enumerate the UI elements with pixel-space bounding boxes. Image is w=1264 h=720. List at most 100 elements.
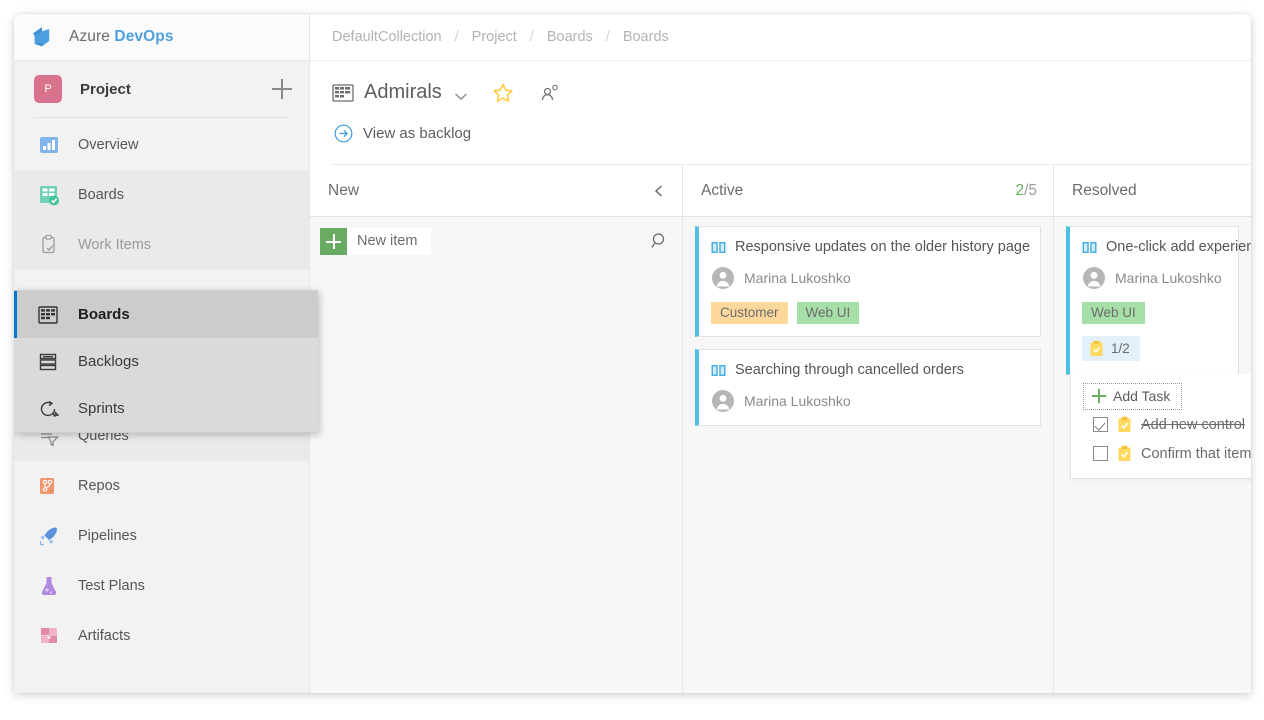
board-header: Admirals (310, 61, 1251, 165)
column-title: New (328, 182, 652, 200)
breadcrumb-item-project[interactable]: Project (472, 29, 517, 45)
plus-icon (1092, 389, 1106, 403)
task-checkbox[interactable] (1093, 446, 1108, 461)
test-plans-icon (36, 573, 62, 599)
sidebar-item-artifacts[interactable]: Artifacts (14, 611, 309, 661)
board-name[interactable]: Admirals (364, 81, 442, 104)
boards-flyout-menu: Boards Backlogs (14, 290, 318, 433)
plus-icon (320, 228, 347, 255)
chevron-down-icon[interactable] (454, 88, 468, 97)
checklist-badge[interactable]: 1/2 (1082, 336, 1140, 361)
clipboard-icon (1089, 340, 1104, 357)
card-title-row: One-click add experience (1082, 238, 1225, 256)
brand-header[interactable]: Azure DevOps (14, 14, 309, 61)
main-content: DefaultCollection / Project / Boards / B… (310, 14, 1251, 693)
left-sidebar: Azure DevOps P Project Overview (14, 14, 310, 693)
sidebar-item-repos[interactable]: Repos (14, 461, 309, 511)
backlogs-icon (36, 350, 60, 374)
task-text: Confirm that item (1141, 446, 1251, 462)
flyout-item-backlogs[interactable]: Backlogs (14, 338, 318, 385)
project-row[interactable]: P Project (14, 61, 309, 117)
column-header-new: New (310, 165, 682, 217)
card-title-row: Searching through cancelled orders (711, 361, 1027, 379)
avatar-icon (711, 266, 735, 290)
board-column-new: New New item (310, 165, 682, 693)
add-project-plus-icon[interactable] (269, 76, 295, 102)
task-row[interactable]: Add new control (1071, 410, 1251, 439)
star-icon[interactable] (492, 82, 514, 104)
card-title: One-click add experience (1106, 238, 1251, 256)
view-as-backlog-link[interactable]: View as backlog (334, 124, 1251, 143)
card-title-row: Responsive updates on the older history … (711, 238, 1027, 256)
flyout-item-label: Boards (78, 306, 130, 323)
pipelines-icon (36, 523, 62, 549)
breadcrumb-item-collection[interactable]: DefaultCollection (332, 29, 442, 45)
card-title: Searching through cancelled orders (735, 361, 964, 379)
repos-icon (36, 473, 62, 499)
tag-web-ui[interactable]: Web UI (1082, 302, 1145, 324)
overview-icon (36, 132, 62, 158)
people-icon[interactable] (540, 83, 560, 103)
task-panel: Add Task (1070, 374, 1251, 479)
avatar-icon (711, 389, 735, 413)
card-title: Responsive updates on the older history … (735, 238, 1030, 256)
sidebar-item-label: Work Items (78, 237, 151, 253)
search-icon[interactable] (650, 231, 670, 251)
assignee-name: Marina Lukoshko (744, 270, 851, 286)
sidebar-item-label: Repos (78, 478, 120, 494)
breadcrumb-separator: / (606, 29, 610, 45)
board-grid-icon (332, 83, 354, 103)
column-header-resolved: Resolved (1054, 165, 1251, 217)
work-items-icon (36, 232, 62, 258)
task-text: Add new control (1141, 417, 1245, 433)
task-row[interactable]: Confirm that item (1071, 439, 1251, 468)
brand-suffix: DevOps (114, 28, 173, 45)
brand-label: Azure DevOps (69, 28, 174, 46)
tag-web-ui[interactable]: Web UI (797, 302, 860, 324)
flyout-item-label: Backlogs (78, 353, 139, 370)
sidebar-item-pipelines[interactable]: Pipelines (14, 511, 309, 561)
board-card[interactable]: Searching through cancelled orders Mari (695, 349, 1041, 426)
sidebar-item-label: Overview (78, 137, 138, 153)
card-assignee: Marina Lukoshko (711, 389, 1027, 413)
sidebar-item-work-items[interactable]: Work Items (14, 220, 309, 270)
sidebar-item-test-plans[interactable]: Test Plans (14, 561, 309, 611)
wip-limit-indicator: 2/5 (1015, 182, 1037, 200)
sidebar-item-boards[interactable]: Boards (14, 170, 309, 220)
task-checkbox[interactable] (1093, 417, 1108, 432)
flyout-item-boards[interactable]: Boards (14, 291, 318, 338)
board-column-active: Active 2/5 (682, 165, 1053, 693)
flyout-item-label: Sprints (78, 400, 125, 417)
column-title: Resolved (1072, 182, 1235, 200)
sidebar-item-label: Artifacts (78, 628, 130, 644)
card-tags: Web UI (1082, 302, 1225, 324)
boards-grid-icon (36, 303, 60, 327)
add-task-button[interactable]: Add Task (1083, 383, 1182, 410)
board-card[interactable]: Responsive updates on the older history … (695, 226, 1041, 337)
avatar-icon (1082, 266, 1106, 290)
azure-devops-window: Azure DevOps P Project Overview (14, 14, 1251, 693)
board-card[interactable]: One-click add experience Marina Lukoshk (1066, 226, 1239, 375)
user-story-icon (711, 241, 726, 254)
azure-devops-logo-icon (27, 23, 55, 51)
arrow-right-circle-icon (334, 124, 353, 143)
project-name: Project (80, 81, 269, 98)
card-tags: Customer Web UI (711, 302, 1027, 324)
board-columns: New New item (310, 165, 1251, 693)
sidebar-item-overview[interactable]: Overview (14, 120, 309, 170)
tag-customer[interactable]: Customer (711, 302, 788, 324)
flyout-item-sprints[interactable]: Sprints (14, 385, 318, 432)
column-header-active: Active 2/5 (683, 165, 1053, 217)
new-item-button[interactable]: New item (320, 228, 431, 255)
chevron-left-icon[interactable] (652, 184, 666, 198)
wip-current: 2 (1015, 182, 1024, 199)
breadcrumb-item-boards-hub[interactable]: Boards (547, 29, 593, 45)
card-assignee: Marina Lukoshko (711, 266, 1027, 290)
column-body-new: New item (310, 217, 682, 693)
sidebar-item-label: Pipelines (78, 528, 137, 544)
breadcrumb-item-boards[interactable]: Boards (623, 29, 669, 45)
add-task-label: Add Task (1113, 388, 1170, 404)
assignee-name: Marina Lukoshko (1115, 270, 1222, 286)
column-body-resolved: One-click add experience Marina Lukoshk (1054, 217, 1251, 693)
boards-hub-icon (36, 182, 62, 208)
